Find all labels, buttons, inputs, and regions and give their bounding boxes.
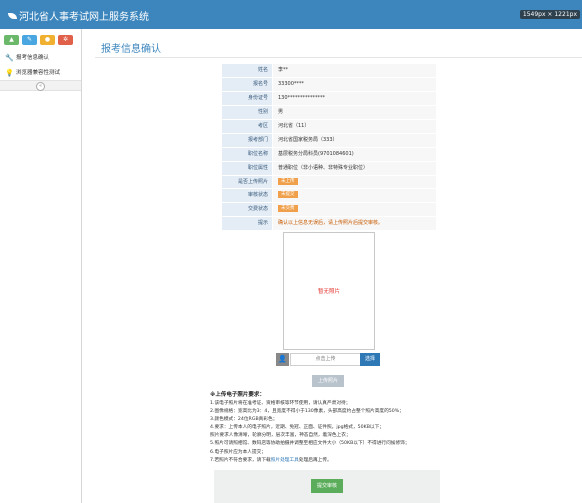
info-value: 未交费: [273, 203, 436, 217]
sidebar-item-info-confirm[interactable]: 🔧 报考信息确认: [0, 52, 81, 65]
info-value: 男: [273, 105, 436, 119]
info-value: 130***************: [273, 91, 436, 105]
requirement-text: 7.若照片不符合要求，请下载: [210, 457, 271, 463]
info-value: 未提交: [273, 189, 436, 203]
chart-icon[interactable]: ▲: [4, 35, 19, 45]
status-badge: 未提交: [278, 191, 298, 199]
requirement-line: 5.照片可请照相馆、数码店等协助拍摄并调整至相应文件大小（50KB以下）不得进行…: [210, 441, 410, 447]
footer-bar: 提交审核: [214, 470, 440, 503]
info-value: 未上传: [273, 175, 436, 189]
info-row: 交费状态 未交费: [222, 203, 436, 218]
info-table: 姓名 李** 报名号 33300**** 身份证号 130*************** 性…: [222, 64, 436, 232]
info-row: 性别男: [222, 105, 436, 120]
status-badge: 未上传: [278, 177, 298, 185]
info-value: 河北省国家税务局（333）: [273, 133, 436, 147]
info-label: 姓名: [222, 64, 272, 77]
file-input[interactable]: 点击上传: [290, 353, 361, 366]
info-value: 河北省（11）: [273, 119, 436, 133]
info-row: 姓名 李**: [222, 64, 436, 78]
info-row: 身份证号 130***************: [222, 91, 436, 106]
user-icon[interactable]: ●: [40, 35, 55, 45]
leaf-logo-icon: [8, 13, 17, 19]
info-label: 考区: [222, 119, 272, 133]
info-label: 审核状态: [222, 189, 272, 203]
sidebar-item-label: 报考信息确认: [16, 55, 50, 61]
collapse-icon[interactable]: «: [36, 82, 45, 91]
requirements-title: ※上传电子照片要求：: [210, 392, 265, 398]
info-value: 普通职位（非小语种、非特殊专业职位）: [273, 161, 436, 175]
info-label: 身份证号: [222, 91, 272, 105]
info-label: 报考部门: [222, 133, 272, 147]
pencil-icon[interactable]: ✎: [22, 35, 37, 45]
info-row: 报名号 33300****: [222, 77, 436, 92]
header-bar: 河北省人事考试网上服务系统 1549px × 1221px: [0, 0, 582, 29]
gear-icon[interactable]: ✲: [58, 35, 73, 45]
info-row: 提示 确认以上信息无误后，请上传照片后提交审核。: [222, 217, 436, 232]
requirement-line: 6.电子照片应为本人提交；: [210, 449, 267, 455]
hint-text: 确认以上信息无误后，请上传照片后提交审核。: [278, 220, 384, 227]
info-value: 确认以上信息无误后，请上传照片后提交审核。: [273, 217, 436, 231]
app-title-text: 河北省人事考试网上服务系统: [19, 12, 149, 23]
info-row: 是否上传照片 未上传: [222, 175, 436, 190]
submit-review-button[interactable]: 提交审核: [311, 479, 343, 493]
wrench-icon: 🔧: [5, 54, 14, 62]
sidebar-collapse-bar[interactable]: «: [0, 80, 81, 91]
info-label: 交费状态: [222, 203, 272, 217]
upload-bar: 👤 点击上传 选择: [276, 353, 380, 366]
info-row: 职位属性 普通职位（非小语种、非特殊专业职位）: [222, 161, 436, 176]
upload-photo-button[interactable]: 上传照片: [312, 375, 344, 387]
info-row: 报考部门 河北省国家税务局（333）: [222, 133, 436, 148]
app-title: 河北省人事考试网上服务系统: [8, 8, 149, 23]
info-row: 考区 河北省（11）: [222, 119, 436, 134]
info-label: 是否上传照片: [222, 175, 272, 189]
photo-frame: 暂无照片: [283, 232, 375, 350]
requirement-line: 2.图像规格：宽高比为3：4，且宽度不得小于130像素，头部高度约占整个照片高度…: [210, 409, 404, 415]
no-photo-text: 暂无照片: [317, 289, 340, 295]
requirement-line: 7.若照片不符合要求，请下载照片处理工具处理后再上传。: [210, 457, 450, 465]
requirement-line: 4.要求：上传本人的电子照片，近期、免冠、正面、证件照，jpg格式，50KB以下…: [210, 425, 384, 431]
info-value: 李**: [273, 64, 436, 77]
info-value: 33300****: [273, 77, 436, 91]
sidebar: ▲ ✎ ● ✲ 🔧 报考信息确认 💡 浏览器兼容性测试 «: [0, 29, 82, 503]
photo-tool-link[interactable]: 照片处理工具: [271, 458, 299, 463]
info-value: 基层税务分局科员(9701084601): [273, 147, 436, 161]
sidebar-item-label: 浏览器兼容性测试: [16, 70, 61, 76]
photo-requirements: ※上传电子照片要求： 1.该电子照片将在准考证、资格审核等环节使用，请认真严肃对…: [210, 390, 450, 465]
requirement-line: 照片要求人像清晰，轮廓分明，层次丰富，神态自然，着深色上衣；: [210, 433, 351, 439]
title-divider: [95, 57, 582, 58]
info-label: 职位名称: [222, 147, 272, 161]
requirement-text: 处理后再上传。: [298, 457, 332, 463]
requirement-line: 1.该电子照片将在准考证、资格审核等环节使用，请认真严肃对待；: [210, 401, 351, 406]
requirement-line: 3.颜色模式：24位RGB真彩色；: [210, 417, 278, 423]
info-label: 报名号: [222, 77, 272, 91]
sidebar-item-browser-test[interactable]: 💡 浏览器兼容性测试: [0, 67, 81, 80]
info-label: 职位属性: [222, 161, 272, 175]
choose-button[interactable]: 选择: [360, 353, 380, 366]
dimension-tooltip: 1549px × 1221px: [519, 10, 580, 19]
info-label: 提示: [222, 217, 272, 231]
user-icon: 👤: [276, 353, 289, 366]
info-row: 职位名称 基层税务分局科员(9701084601): [222, 147, 436, 162]
info-label: 性别: [222, 105, 272, 119]
lightbulb-icon: 💡: [5, 69, 14, 77]
page-title: 报考信息确认: [101, 44, 161, 55]
status-badge: 未交费: [278, 205, 298, 213]
info-row: 审核状态 未提交: [222, 189, 436, 204]
